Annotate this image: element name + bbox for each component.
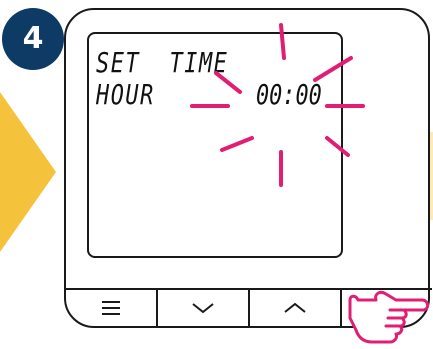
menu-button[interactable] xyxy=(66,290,158,326)
down-button[interactable] xyxy=(158,290,250,326)
pointing-hand-icon xyxy=(348,290,430,344)
up-button[interactable] xyxy=(250,290,342,326)
chevron-down-icon xyxy=(192,303,214,314)
step-badge: 4 xyxy=(2,8,64,70)
chevron-up-icon xyxy=(284,302,306,313)
lcd-label: HOUR xyxy=(96,78,155,111)
menu-icon xyxy=(102,301,120,315)
arrow-left-icon xyxy=(0,92,56,252)
flash-icon xyxy=(190,23,365,187)
